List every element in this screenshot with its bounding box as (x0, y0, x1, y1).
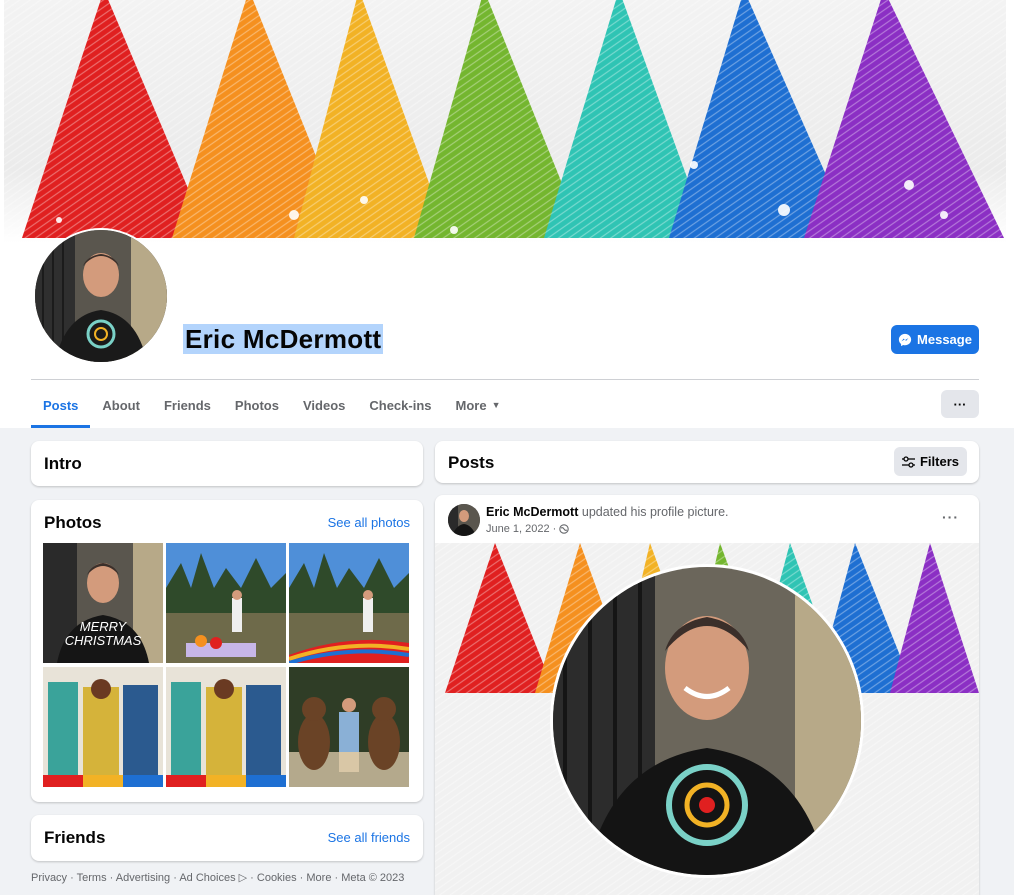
post-action: updated his profile picture. (581, 505, 729, 519)
posts-title: Posts (448, 453, 495, 472)
profile-more-button[interactable]: ··· (941, 390, 979, 418)
photo-thumbnail[interactable] (166, 543, 286, 663)
message-label: Message (917, 332, 972, 347)
post-date[interactable]: June 1, 2022 · (486, 523, 556, 535)
tab-label: More (455, 397, 487, 413)
intro-title: Intro (44, 454, 82, 473)
sliders-icon (901, 455, 915, 468)
photos-grid: MERRY CHRISTMAS (43, 543, 409, 787)
photo-thumbnail[interactable] (289, 667, 409, 787)
messenger-icon (898, 333, 912, 346)
photo-caption: MERRY (80, 619, 128, 634)
profile-avatar[interactable] (33, 228, 169, 364)
posts-header-card: Posts Filters (435, 441, 979, 483)
photo-thumbnail[interactable] (289, 543, 409, 663)
tab-label: Videos (302, 397, 346, 413)
post-meta: June 1, 2022 · (486, 523, 570, 535)
tab-photos[interactable]: Photos (223, 382, 291, 428)
tab-label: Posts (43, 397, 79, 413)
profile-tabs: Posts About Friends Photos Videos Check-… (31, 382, 513, 428)
tab-videos[interactable]: Videos (291, 382, 357, 428)
tab-label: Photos (234, 397, 279, 413)
photos-card: Photos See all photos MERRY CHRISTMAS (31, 500, 423, 802)
friends-title: Friends (44, 828, 106, 847)
tab-friends[interactable]: Friends (152, 382, 223, 428)
photos-title: Photos (44, 513, 102, 532)
message-button[interactable]: Message (891, 325, 979, 354)
profile-name: Eric McDermott (183, 324, 384, 354)
post-author-avatar[interactable] (448, 504, 480, 536)
post-options-button[interactable]: ··· (942, 509, 959, 525)
post-photo[interactable] (435, 543, 979, 895)
friends-card: Friends See all friends (31, 815, 423, 861)
see-all-photos-link[interactable]: See all photos (328, 515, 410, 530)
tab-about[interactable]: About (90, 382, 152, 428)
photo-thumbnail[interactable] (43, 667, 163, 787)
tab-posts[interactable]: Posts (31, 382, 91, 428)
tab-label: Check-ins (369, 397, 432, 413)
cover-photo[interactable] (4, 0, 1006, 243)
footer-links[interactable]: Privacy · Terms · Advertising · Ad Choic… (31, 871, 404, 884)
see-all-friends-link[interactable]: See all friends (328, 830, 410, 845)
header-divider (31, 379, 979, 380)
caret-down-icon: ▼ (491, 400, 501, 410)
tab-more[interactable]: More ▼ (444, 382, 513, 428)
tab-label: Friends (163, 397, 211, 413)
photo-caption: CHRISTMAS (65, 633, 142, 648)
tab-check-ins[interactable]: Check-ins (357, 382, 443, 428)
filters-label: Filters (919, 454, 959, 469)
post-headline: Eric McDermott updated his profile pictu… (486, 505, 729, 519)
profile-header: Eric McDermott Message Posts About Frien… (0, 0, 1014, 428)
filters-button[interactable]: Filters (894, 447, 967, 476)
photo-thumbnail[interactable] (166, 667, 286, 787)
globe-icon (559, 524, 570, 534)
photo-thumbnail[interactable]: MERRY CHRISTMAS (43, 543, 163, 663)
tab-label: About (102, 397, 140, 413)
post-author-name[interactable]: Eric McDermott (486, 505, 578, 519)
post-card: Eric McDermott updated his profile pictu… (435, 495, 979, 895)
intro-card: Intro (31, 441, 423, 486)
